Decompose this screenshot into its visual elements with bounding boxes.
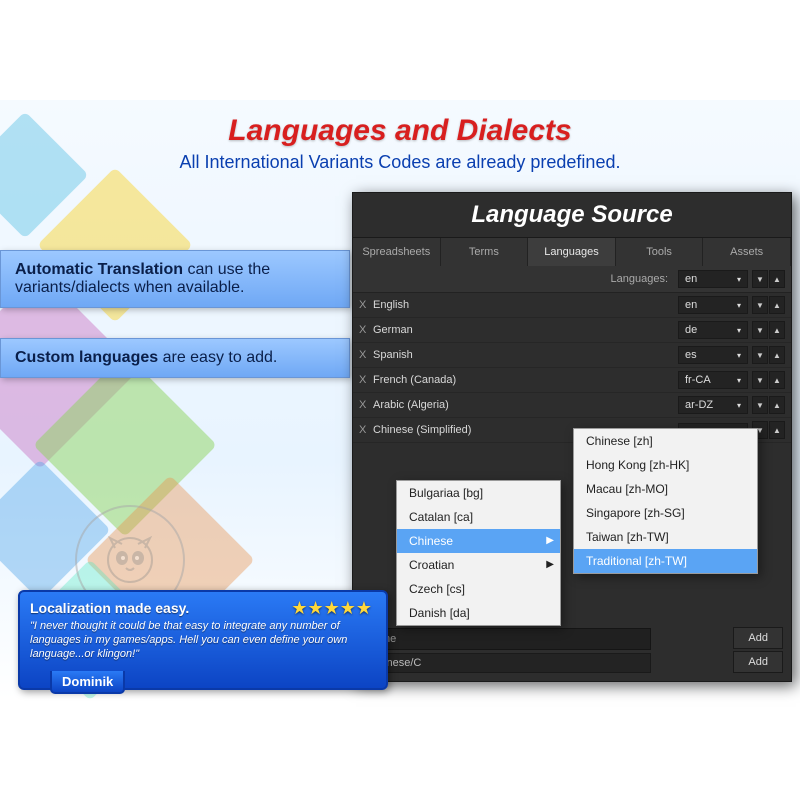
move-down-button[interactable]: ▼ [752,296,768,314]
submenu-arrow-icon: ▶ [546,535,554,546]
chevron-down-icon: ▾ [737,376,741,385]
submenu-arrow-icon: ▶ [546,559,554,570]
menu-item[interactable]: Macau [zh-MO] [574,477,757,501]
tab-tools[interactable]: Tools [616,238,704,266]
remove-button[interactable]: X [359,324,373,336]
remove-button[interactable]: X [359,299,373,311]
move-down-button[interactable]: ▼ [752,321,768,339]
star-rating-icon: ★★★★★ [291,598,372,619]
language-name: English [373,299,678,311]
callout-auto-translate: Automatic Translation can use the varian… [0,250,350,308]
dropdown-value: en [685,273,697,285]
review-card: Localization made easy. ★★★★★ "I never t… [18,590,388,690]
reorder-arrows: ▼▲ [752,296,785,314]
languages-dropdown[interactable]: en ▾ [678,270,748,288]
bottom-margin [0,700,800,800]
languages-header-bar: Languages: en ▾ ▼ ▲ [353,266,791,293]
language-row: XGermande▾▼▲ [353,318,791,343]
callout-bold: Automatic Translation [15,261,183,278]
add-button[interactable]: Add [733,627,783,649]
menu-item[interactable]: Croatian▶ [397,553,560,577]
menu-item[interactable]: Hong Kong [zh-HK] [574,453,757,477]
move-down-button[interactable]: ▼ [752,396,768,414]
review-author: Dominik [50,671,125,694]
menu-item[interactable]: Danish [da] [397,601,560,625]
language-code-dropdown[interactable]: en▾ [678,296,748,314]
callout-bold: Custom languages [15,349,158,366]
language-code-dropdown[interactable]: de▾ [678,321,748,339]
chevron-down-icon: ▾ [737,326,741,335]
reorder-arrows: ▼ ▲ [752,270,785,288]
language-row: XFrench (Canada)fr-CA▾▼▲ [353,368,791,393]
move-up-button[interactable]: ▲ [769,321,785,339]
remove-button[interactable]: X [359,399,373,411]
callout-text: are easy to add. [158,349,277,366]
menu-item[interactable]: Catalan [ca] [397,505,560,529]
move-up-button[interactable]: ▲ [769,371,785,389]
move-down-button[interactable]: ▼ [752,270,768,288]
reorder-arrows: ▼▲ [752,321,785,339]
language-code-dropdown[interactable]: fr-CA▾ [678,371,748,389]
menu-item[interactable]: Czech [cs] [397,577,560,601]
tab-assets[interactable]: Assets [703,238,791,266]
chevron-down-icon: ▾ [737,351,741,360]
raccoon-icon [100,530,160,590]
tab-spreadsheets[interactable]: Spreadsheets [353,238,441,266]
language-rows: XEnglishen▾▼▲XGermande▾▼▲XSpanishes▾▼▲XF… [353,293,791,443]
move-up-button[interactable]: ▲ [769,396,785,414]
language-code-dropdown[interactable]: es▾ [678,346,748,364]
move-up-button[interactable]: ▲ [769,346,785,364]
chevron-down-icon: ▾ [737,301,741,310]
language-name: German [373,324,678,336]
page-subtitle: All International Variants Codes are alr… [0,152,800,173]
menu-item[interactable]: Chinese [zh] [574,429,757,453]
tab-terms[interactable]: Terms [441,238,529,266]
move-up-button[interactable]: ▲ [769,296,785,314]
reorder-arrows: ▼▲ [752,346,785,364]
callout-custom-lang: Custom languages are easy to add. [0,338,350,378]
panel-tabs: SpreadsheetsTermsLanguagesToolsAssets [353,238,791,266]
remove-button[interactable]: X [359,424,373,436]
review-body: "I never thought it could be that easy t… [30,620,376,661]
add-button[interactable]: Add [733,651,783,673]
menu-item[interactable]: Taiwan [zh-TW] [574,525,757,549]
reorder-arrows: ▼▲ [752,396,785,414]
tab-languages[interactable]: Languages [528,238,616,266]
add-language-area: Add Chinese/C Add [361,628,783,673]
language-row: XArabic (Algeria)ar-DZ▾▼▲ [353,393,791,418]
top-margin [0,0,800,100]
move-down-button[interactable]: ▼ [752,371,768,389]
move-up-button[interactable]: ▲ [769,421,785,439]
language-name: Arabic (Algeria) [373,399,678,411]
menu-item[interactable]: Traditional [zh-TW] [574,549,757,573]
move-down-button[interactable]: ▼ [752,346,768,364]
language-code-dropdown[interactable]: ar-DZ▾ [678,396,748,414]
remove-button[interactable]: X [359,374,373,386]
move-up-button[interactable]: ▲ [769,270,785,288]
menu-item[interactable]: Chinese▶ [397,529,560,553]
remove-button[interactable]: X [359,349,373,361]
page-title: Languages and Dialects [0,100,800,148]
chevron-down-icon: ▾ [737,401,741,410]
language-row: XSpanishes▾▼▲ [353,343,791,368]
chevron-down-icon: ▾ [737,275,741,284]
reorder-arrows: ▼▲ [752,371,785,389]
promo-content: Languages and Dialects All International… [0,100,800,700]
language-context-menu: Bulgariaa [bg]Catalan [ca]Chinese▶Croati… [396,480,561,626]
languages-label: Languages: [359,273,678,285]
menu-item[interactable]: Bulgariaa [bg] [397,481,560,505]
language-search-input[interactable] [361,628,651,650]
panel-title: Language Source [353,193,791,238]
language-name: French (Canada) [373,374,678,386]
chinese-variants-submenu: Chinese [zh]Hong Kong [zh-HK]Macau [zh-M… [573,428,758,574]
language-name: Spanish [373,349,678,361]
truncated-lang-row[interactable]: Chinese/C [361,653,651,673]
language-row: XEnglishen▾▼▲ [353,293,791,318]
menu-item[interactable]: Singapore [zh-SG] [574,501,757,525]
